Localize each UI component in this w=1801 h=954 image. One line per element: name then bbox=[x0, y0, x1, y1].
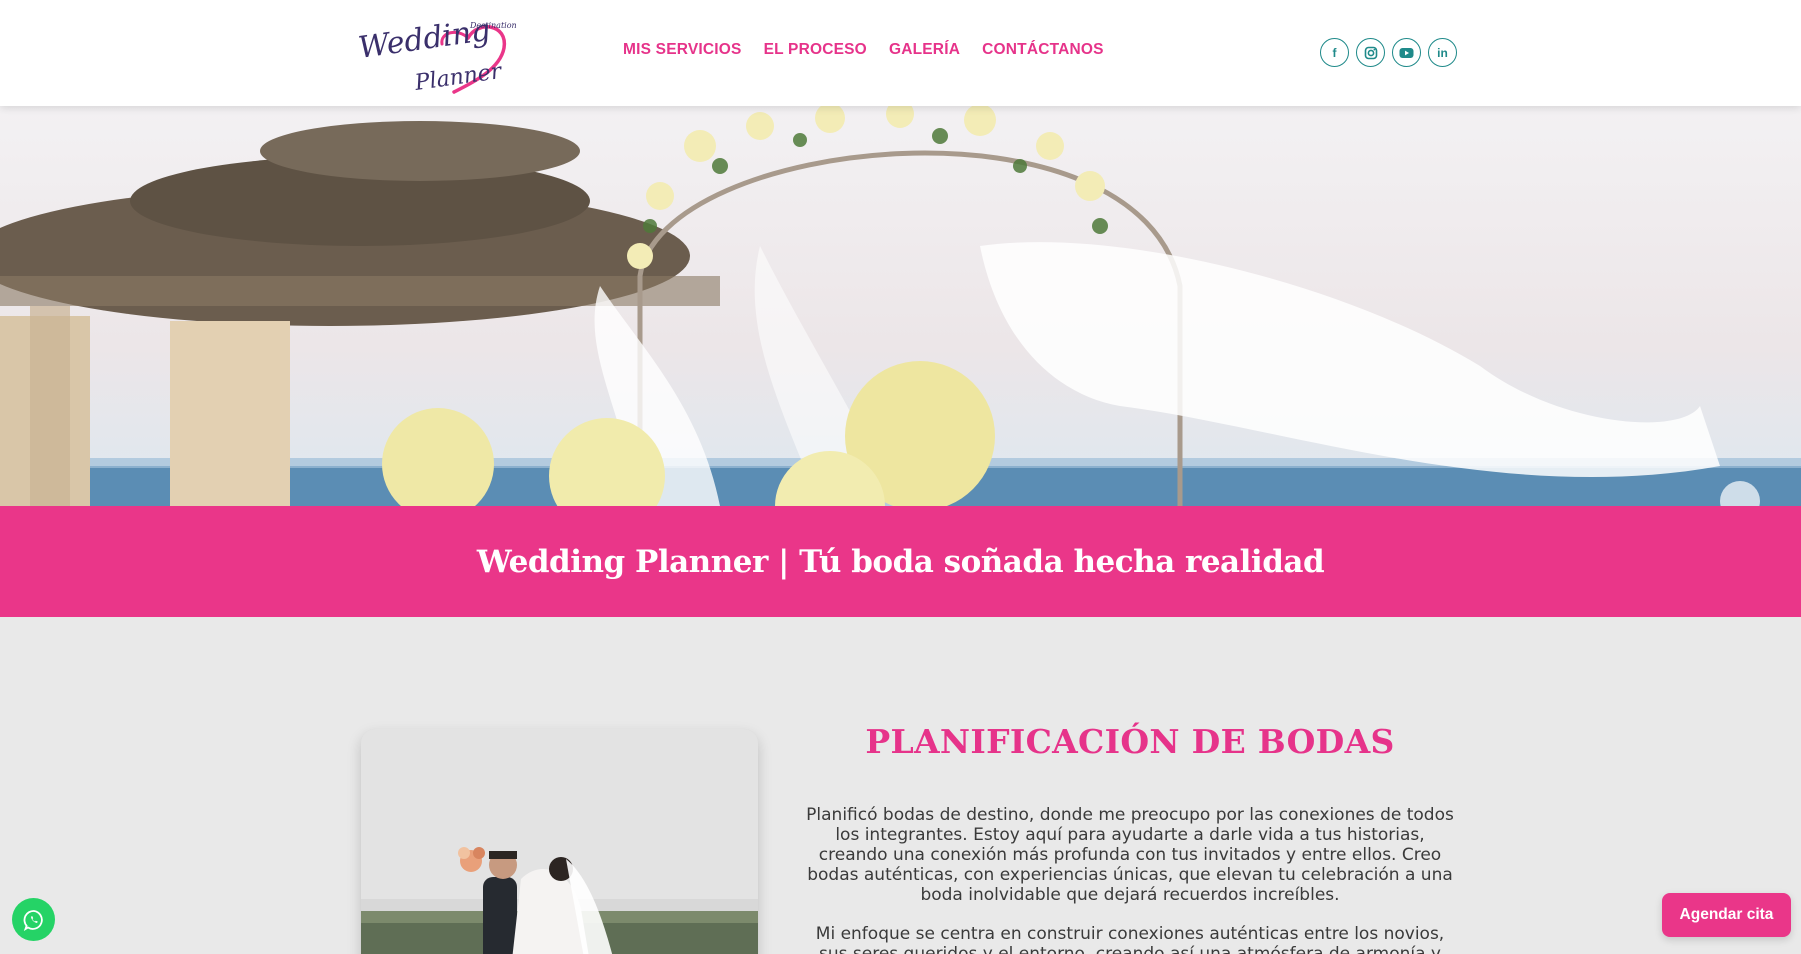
linkedin-glyph: in bbox=[1437, 45, 1448, 60]
facebook-glyph: f bbox=[1332, 45, 1337, 60]
section-paragraph-1: Planificó bodas de destino, donde me pre… bbox=[806, 805, 1454, 905]
couple-photo bbox=[361, 729, 758, 954]
facebook-icon[interactable]: f bbox=[1320, 38, 1349, 67]
hero-image-beach-wedding bbox=[0, 106, 1801, 506]
section-title: PLANIFICACIÓN DE BODAS bbox=[865, 722, 1395, 761]
agendar-cita-button[interactable]: Agendar cita bbox=[1662, 893, 1791, 937]
site-header: Wedding Planner Destination MIS SERVICIO… bbox=[0, 0, 1801, 106]
nav-el-proceso[interactable]: EL PROCESO bbox=[764, 41, 867, 59]
section-paragraph-2: Mi enfoque se centra en construir conexi… bbox=[815, 924, 1445, 954]
banner-title: Wedding Planner | Tú boda soñada hecha r… bbox=[476, 543, 1325, 580]
nav-mis-servicios[interactable]: MIS SERVICIOS bbox=[623, 41, 742, 59]
main-nav: MIS SERVICIOS EL PROCESO GALERÍA CONTÁCT… bbox=[623, 41, 1126, 59]
linkedin-icon[interactable]: in bbox=[1428, 38, 1457, 67]
hero-banner: Wedding Planner | Tú boda soñada hecha r… bbox=[0, 506, 1801, 617]
nav-galeria[interactable]: GALERÍA bbox=[889, 41, 960, 59]
wedding-planner-logo[interactable]: Wedding Planner Destination bbox=[356, 13, 523, 96]
youtube-icon[interactable] bbox=[1392, 38, 1421, 67]
whatsapp-icon bbox=[23, 909, 43, 931]
svg-text:Destination: Destination bbox=[469, 21, 517, 30]
social-links: f in bbox=[1320, 38, 1457, 67]
nav-contactanos[interactable]: CONTÁCTANOS bbox=[982, 41, 1104, 59]
whatsapp-button[interactable] bbox=[12, 898, 55, 941]
instagram-icon[interactable] bbox=[1356, 38, 1385, 67]
